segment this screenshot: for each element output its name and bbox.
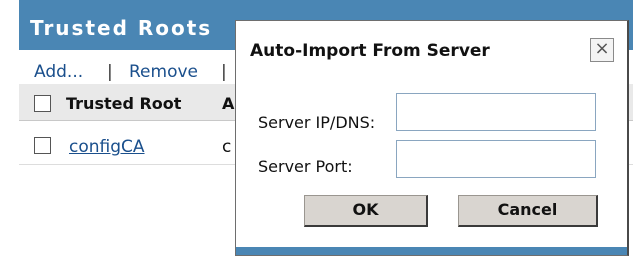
cancel-button[interactable]: Cancel [458,195,598,227]
toolbar-separator: | [107,62,113,82]
ok-button[interactable]: OK [304,195,428,227]
server-ip-input[interactable] [396,93,596,131]
toolbar-separator: | [221,62,227,82]
auto-import-dialog: Auto-Import From Server × Server IP/DNS:… [235,20,629,256]
dialog-bottom-bar [236,247,627,255]
panel-title: Trusted Roots [30,16,213,40]
select-all-checkbox[interactable] [34,95,51,112]
dialog-title: Auto-Import From Server [250,41,490,61]
remove-link[interactable]: Remove [129,62,198,82]
trusted-root-link[interactable]: configCA [69,137,145,157]
close-icon[interactable]: × [590,38,614,62]
dialog-titlebar: Auto-Import From Server × [236,21,627,79]
row-checkbox[interactable] [34,137,51,154]
column-header-second[interactable]: A [222,94,234,113]
add-link[interactable]: Add... [34,62,83,82]
server-port-label: Server Port: [258,157,353,176]
table-cell: c [222,137,232,157]
server-port-input[interactable] [396,140,596,178]
column-header-trusted-root[interactable]: Trusted Root [66,94,181,113]
server-ip-label: Server IP/DNS: [258,113,376,132]
